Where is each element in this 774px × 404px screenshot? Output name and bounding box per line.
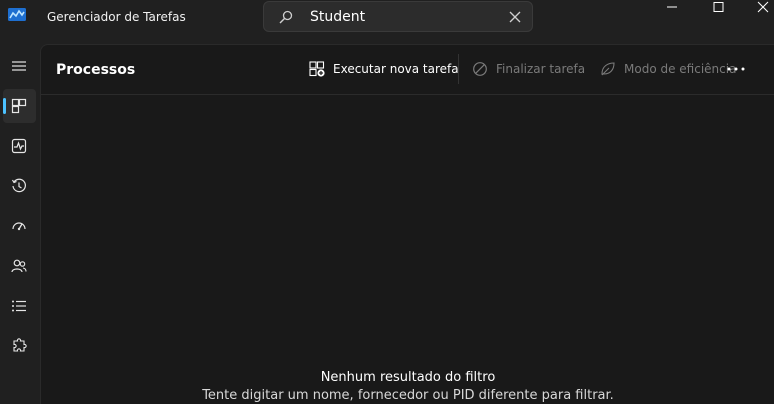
efficiency-mode-label: Modo de eficiência bbox=[624, 62, 737, 76]
sidebar-item-processes[interactable] bbox=[3, 89, 36, 123]
empty-state-title: Nenhum resultado do filtro bbox=[320, 370, 496, 385]
search-box[interactable] bbox=[263, 1, 533, 32]
clear-search-icon[interactable] bbox=[509, 11, 521, 23]
sidebar-item-users[interactable] bbox=[3, 249, 36, 283]
end-task-label: Finalizar tarefa bbox=[496, 62, 586, 76]
navigation-sidebar bbox=[0, 44, 40, 404]
toolbar-divider bbox=[458, 54, 459, 84]
title-bar: Gerenciador de Tarefas bbox=[0, 0, 774, 38]
main-content: Processos Executar nova tarefa Finalizar… bbox=[40, 44, 774, 404]
empty-state-message: Tente digitar um nome, fornecedor ou PID… bbox=[202, 388, 614, 403]
end-task-icon bbox=[473, 62, 487, 76]
end-task-button[interactable]: Finalizar tarefa bbox=[472, 59, 586, 81]
efficiency-mode-leaf-icon bbox=[601, 62, 615, 76]
run-new-task-button[interactable]: Executar nova tarefa bbox=[309, 59, 459, 81]
app-title: Gerenciador de Tarefas bbox=[47, 10, 186, 24]
search-icon bbox=[279, 10, 293, 24]
close-window-button[interactable] bbox=[741, 0, 774, 14]
run-new-task-label: Executar nova tarefa bbox=[333, 62, 459, 76]
header-divider bbox=[41, 94, 774, 95]
search-input[interactable] bbox=[310, 7, 500, 27]
run-new-task-icon bbox=[309, 61, 325, 77]
users-icon bbox=[11, 259, 27, 273]
sidebar-item-performance[interactable] bbox=[3, 129, 36, 163]
sidebar-item-app-history[interactable] bbox=[3, 169, 36, 203]
performance-icon bbox=[11, 138, 27, 154]
page-title: Processos bbox=[56, 62, 136, 78]
services-icon bbox=[13, 338, 27, 352]
details-icon bbox=[12, 300, 26, 312]
processes-icon bbox=[11, 98, 27, 114]
maximize-button[interactable] bbox=[695, 0, 741, 14]
task-manager-app-icon bbox=[8, 8, 26, 21]
hamburger-menu-button[interactable] bbox=[3, 49, 36, 83]
sidebar-item-details[interactable] bbox=[3, 289, 36, 323]
startup-apps-icon bbox=[12, 222, 26, 231]
app-history-icon bbox=[11, 178, 26, 193]
minimize-button[interactable] bbox=[649, 0, 695, 14]
sidebar-item-services[interactable] bbox=[3, 329, 36, 363]
more-options-icon[interactable] bbox=[724, 59, 748, 79]
efficiency-mode-button[interactable]: Modo de eficiência bbox=[600, 59, 737, 81]
hamburger-menu-icon bbox=[12, 61, 26, 71]
sidebar-item-startup-apps[interactable] bbox=[3, 209, 36, 243]
